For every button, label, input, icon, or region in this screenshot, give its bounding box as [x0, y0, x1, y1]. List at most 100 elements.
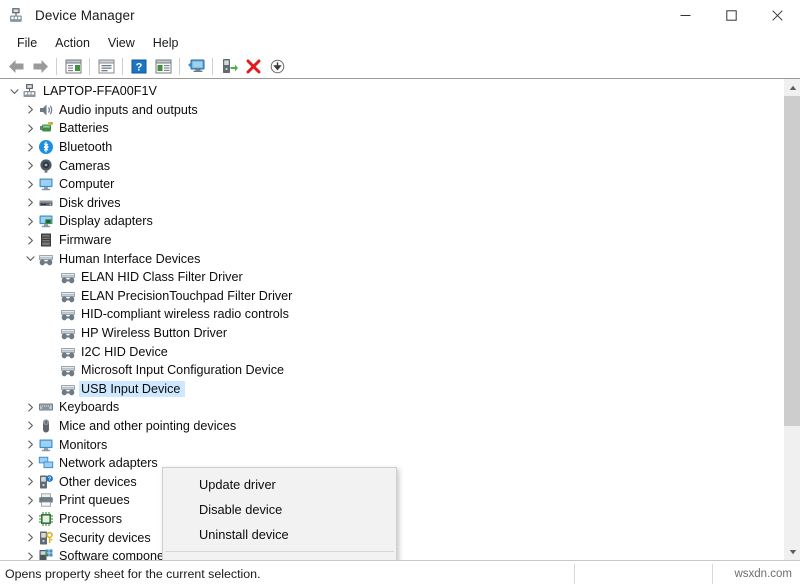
tree-item-label: Batteries [59, 121, 113, 135]
tree-item-disk-drives[interactable]: Disk drives [0, 194, 783, 213]
context-menu[interactable]: Update driver Disable device Uninstall d… [162, 467, 397, 560]
svg-text:?: ? [136, 61, 143, 73]
keyboard-icon [38, 399, 54, 415]
chevron-right-icon[interactable] [22, 455, 38, 471]
scroll-down-button[interactable] [784, 543, 800, 560]
chevron-right-icon[interactable] [22, 548, 38, 560]
chevron-right-icon[interactable] [22, 399, 38, 415]
tree-item-label: Audio inputs and outputs [59, 103, 202, 117]
tree-item-label: Human Interface Devices [59, 252, 204, 266]
menu-action[interactable]: Action [46, 33, 99, 53]
tree-item-hid-compliant-wireless-radio-controls[interactable]: HID-compliant wireless radio controls [0, 305, 783, 324]
chevron-right-icon[interactable] [22, 102, 38, 118]
context-menu-item-disable-device[interactable]: Disable device [163, 497, 396, 522]
menu-view[interactable]: View [99, 33, 144, 53]
chevron-right-icon[interactable] [22, 120, 38, 136]
close-button[interactable] [754, 0, 800, 31]
chevron-right-icon[interactable] [22, 511, 38, 527]
action-pane-button[interactable] [151, 55, 175, 77]
tree-item-bluetooth[interactable]: Bluetooth [0, 138, 783, 157]
minimize-button[interactable] [662, 0, 708, 31]
tree-item-laptop-ffa00f1v[interactable]: LAPTOP-FFA00F1V [0, 82, 783, 101]
title-bar: Device Manager [0, 0, 800, 31]
tree-item-cameras[interactable]: Cameras [0, 156, 783, 175]
context-menu-item-uninstall-device[interactable]: Uninstall device [163, 522, 396, 547]
update-driver-button[interactable] [217, 55, 241, 77]
vertical-scrollbar[interactable] [783, 79, 800, 560]
chevron-right-icon[interactable] [22, 176, 38, 192]
chevron-down-icon[interactable] [6, 83, 22, 99]
hid-device-icon [60, 269, 76, 285]
maximize-button[interactable] [708, 0, 754, 31]
hid-icon [38, 251, 54, 267]
tree-item-label: ELAN HID Class Filter Driver [81, 270, 247, 284]
context-menu-separator [165, 551, 394, 552]
chevron-right-icon[interactable] [22, 195, 38, 211]
uninstall-device-button[interactable] [241, 55, 265, 77]
hid-device-icon [60, 288, 76, 304]
tree-item-microsoft-input-configuration-device[interactable]: Microsoft Input Configuration Device [0, 361, 783, 380]
disable-device-button[interactable] [265, 55, 289, 77]
tree-item-batteries[interactable]: Batteries [0, 119, 783, 138]
tree-item-display-adapters[interactable]: Display adapters [0, 212, 783, 231]
chevron-right-icon[interactable] [22, 530, 38, 546]
scan-hardware-changes-button[interactable] [184, 55, 208, 77]
computer-icon [38, 176, 54, 192]
chevron-right-icon[interactable] [22, 139, 38, 155]
chevron-right-icon[interactable] [22, 474, 38, 490]
context-menu-item-scan-for-hardware-changes[interactable]: Scan for hardware changes [163, 556, 396, 560]
console-tree-button[interactable] [61, 55, 85, 77]
properties-window-button[interactable] [94, 55, 118, 77]
context-menu-item-label: Uninstall device [199, 527, 289, 542]
content-area: LAPTOP-FFA00F1V Audio inputs and outputs… [0, 79, 800, 560]
tree-item-label: Disk drives [59, 196, 125, 210]
chevron-right-icon[interactable] [22, 437, 38, 453]
tree-item-audio-inputs-and-outputs[interactable]: Audio inputs and outputs [0, 101, 783, 120]
other-device-icon: ? [38, 474, 54, 490]
context-menu-item-update-driver[interactable]: Update driver [163, 472, 396, 497]
tree-item-computer[interactable]: Computer [0, 175, 783, 194]
chevron-right-icon[interactable] [22, 492, 38, 508]
tree-item-elan-precisiontouchpad-filter-driver[interactable]: ELAN PrecisionTouchpad Filter Driver [0, 287, 783, 306]
back-button[interactable] [4, 55, 28, 77]
tree-item-label: ELAN PrecisionTouchpad Filter Driver [81, 289, 296, 303]
tree-item-mice-and-other-pointing-devices[interactable]: Mice and other pointing devices [0, 417, 783, 436]
tree-item-human-interface-devices[interactable]: Human Interface Devices [0, 249, 783, 268]
tree-item-monitors[interactable]: Monitors [0, 435, 783, 454]
device-manager-window: Device Manager File Action View Help [0, 0, 800, 586]
context-menu-item-label: Disable device [199, 502, 282, 517]
chevron-right-icon[interactable] [22, 158, 38, 174]
tree-item-i2c-hid-device[interactable]: I2C HID Device [0, 342, 783, 361]
hid-device-icon [60, 306, 76, 322]
firmware-icon [38, 232, 54, 248]
menu-help[interactable]: Help [144, 33, 188, 53]
bluetooth-icon [38, 139, 54, 155]
tree-item-label: Display adapters [59, 214, 157, 228]
chevron-right-icon[interactable] [22, 418, 38, 434]
computer-root-icon [22, 83, 38, 99]
forward-button[interactable] [28, 55, 52, 77]
tree-item-label: USB Input Device [79, 381, 185, 397]
toolbar-separator-2 [89, 58, 90, 75]
chevron-right-icon[interactable] [22, 213, 38, 229]
toolbar-separator-1 [56, 58, 57, 75]
scrollbar-thumb[interactable] [784, 96, 800, 426]
context-menu-item-label: Update driver [199, 477, 276, 492]
menu-file[interactable]: File [8, 33, 46, 53]
tree-item-usb-input-device[interactable]: USB Input Device [0, 380, 783, 399]
hid-device-icon [60, 381, 76, 397]
tree-item-keyboards[interactable]: Keyboards [0, 398, 783, 417]
chevron-right-icon[interactable] [22, 232, 38, 248]
tree-item-label: Keyboards [59, 400, 123, 414]
battery-icon [38, 120, 54, 136]
hid-device-icon [60, 344, 76, 360]
tree-item-elan-hid-class-filter-driver[interactable]: ELAN HID Class Filter Driver [0, 268, 783, 287]
help-button[interactable]: ? [127, 55, 151, 77]
chevron-down-icon[interactable] [22, 251, 38, 267]
tree-item-firmware[interactable]: Firmware [0, 231, 783, 250]
tree-item-label: HP Wireless Button Driver [81, 326, 231, 340]
tree-item-hp-wireless-button-driver[interactable]: HP Wireless Button Driver [0, 324, 783, 343]
scroll-up-button[interactable] [784, 79, 800, 96]
window-controls [662, 0, 800, 31]
tree-item-label: HID-compliant wireless radio controls [81, 307, 293, 321]
